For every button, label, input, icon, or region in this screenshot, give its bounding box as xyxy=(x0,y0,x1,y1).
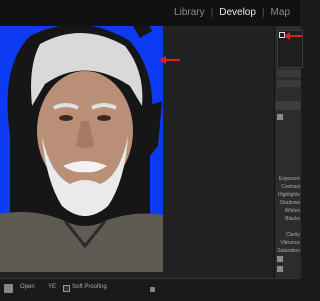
panel-strip xyxy=(277,70,301,77)
exposure-label: Exposure xyxy=(278,176,300,182)
panel-strip xyxy=(277,80,301,87)
module-map[interactable]: Map xyxy=(271,7,290,18)
saturation-label: Saturation xyxy=(277,248,300,254)
spot-removal-icon[interactable] xyxy=(277,114,283,120)
top-module-bar: Library | Develop | Map xyxy=(0,0,300,26)
slider-handle[interactable] xyxy=(277,266,283,272)
before-after-label[interactable]: Open xyxy=(20,284,35,290)
histogram[interactable] xyxy=(277,30,303,68)
toolbar-dropdown-icon[interactable] xyxy=(150,287,155,292)
portrait-image xyxy=(0,26,163,272)
red-arrow-icon xyxy=(284,32,302,40)
before-after-menu[interactable]: YE xyxy=(48,284,56,290)
bottom-toolbar: Open YE Soft Proofing xyxy=(0,278,300,301)
portrait-photo[interactable] xyxy=(0,26,163,272)
slider-handle[interactable] xyxy=(277,256,283,262)
soft-proofing-label: Soft Proofing xyxy=(72,284,107,290)
vibrance-label: Vibrance xyxy=(280,240,300,246)
shadows-label: Shadows xyxy=(279,200,300,206)
highlights-label: Highlights xyxy=(278,192,300,198)
loupe-view-icon[interactable] xyxy=(4,284,13,293)
develop-panel: Exposure Contrast Highlights Shadows Whi… xyxy=(274,26,303,278)
whites-label: Whites xyxy=(284,208,300,214)
basic-panel-header[interactable] xyxy=(275,101,301,110)
photo-viewer[interactable] xyxy=(0,26,274,278)
contrast-label: Contrast xyxy=(281,184,300,190)
soft-proofing-checkbox[interactable] xyxy=(63,285,70,292)
module-separator: | xyxy=(261,7,265,18)
red-arrow-icon xyxy=(159,56,180,64)
blacks-label: Blacks xyxy=(285,216,300,222)
module-develop[interactable]: Develop xyxy=(219,7,256,18)
module-library[interactable]: Library xyxy=(174,7,205,18)
module-picker: Library | Develop | Map xyxy=(174,7,290,18)
module-separator: | xyxy=(210,7,214,18)
clarity-label: Clarity xyxy=(285,232,300,238)
